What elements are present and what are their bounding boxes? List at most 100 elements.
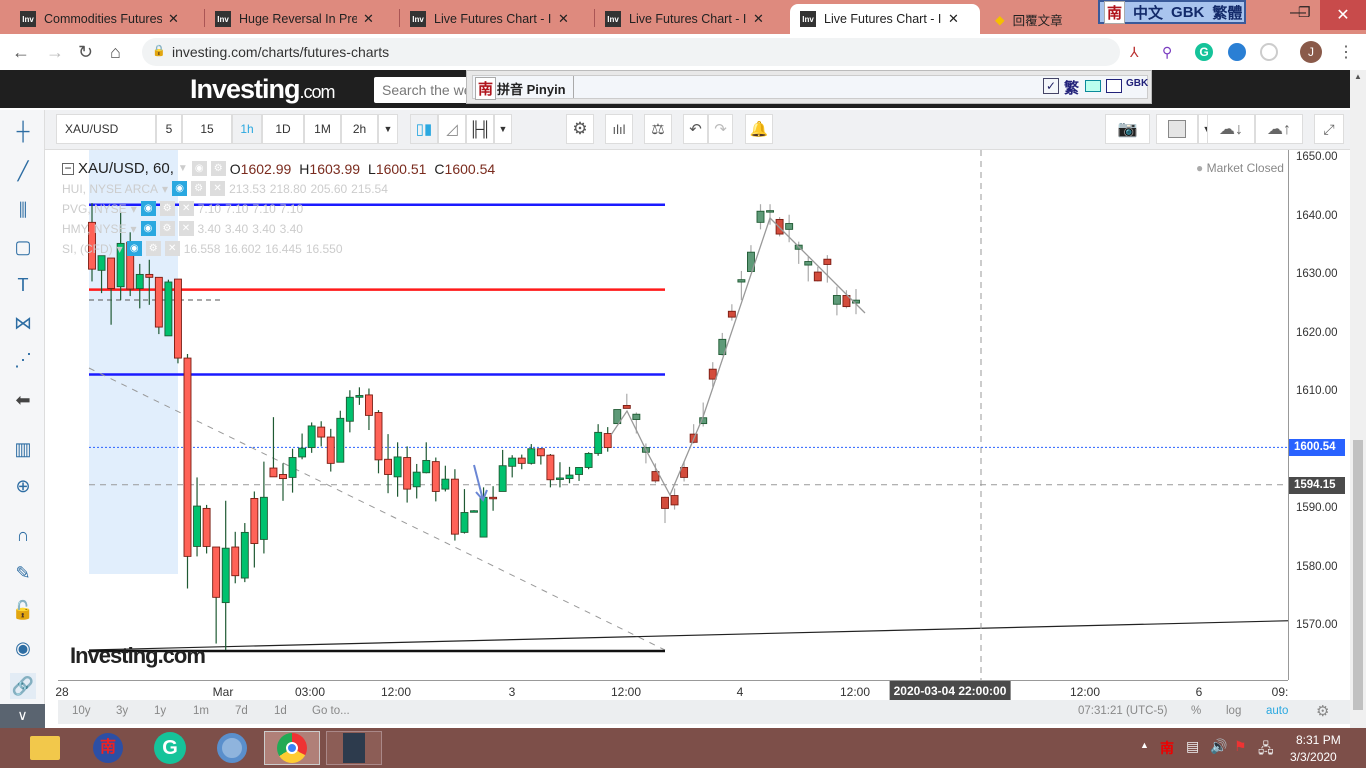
range-10y[interactable]: 10y — [72, 705, 91, 717]
add-alert-bell-icon[interactable]: 🔔 — [745, 114, 773, 144]
visibility-eye-icon[interactable]: ◉ — [10, 635, 36, 661]
close-tab-icon[interactable]: ✕ — [168, 11, 179, 27]
snapshot-camera-icon[interactable]: 📷 — [1105, 114, 1150, 144]
close-tab-icon[interactable]: ✕ — [363, 11, 374, 27]
pdf-extension-icon[interactable]: ⅄ — [1130, 44, 1139, 61]
link-icon[interactable]: 🔗 — [10, 673, 36, 699]
area-chart-icon[interactable]: ◿ — [438, 114, 466, 144]
browser-tab[interactable]: Inv Live Futures Chart - Inves ✕ — [595, 4, 774, 34]
browser-tab-active[interactable]: Inv Live Futures Chart - Inves ✕ — [790, 4, 980, 34]
magnet-icon[interactable]: ∩ — [10, 522, 36, 548]
clock-time[interactable]: 8:31 PM — [1296, 733, 1341, 747]
compare-scale-icon[interactable]: ⚖ — [644, 114, 672, 144]
eye-icon[interactable]: ◉ — [140, 221, 156, 236]
reload-icon[interactable]: ↻ — [78, 42, 93, 63]
clock-date[interactable]: 3/3/2020 — [1290, 750, 1337, 764]
percent-scale-toggle[interactable]: % — [1191, 705, 1201, 717]
pattern-icon[interactable]: ⋈ — [10, 310, 36, 336]
grammarly-app-icon[interactable]: G — [150, 731, 190, 765]
stay-in-drawing-icon[interactable]: ✎ — [10, 560, 36, 586]
prediction-icon[interactable]: ⋰ — [10, 347, 36, 373]
menu-kebab-icon[interactable]: ⋮ — [1338, 42, 1354, 62]
interval-1h[interactable]: 1h — [232, 114, 262, 144]
notes-app-icon[interactable] — [326, 731, 382, 765]
site-search-input[interactable]: Search the website... — [374, 77, 474, 103]
log-scale-toggle[interactable]: log — [1226, 705, 1241, 717]
bars-chart-icon[interactable]: ╟╢ — [466, 114, 494, 144]
undo-icon[interactable]: ↶ — [683, 114, 708, 144]
zoom-in-icon[interactable]: ⊕ — [10, 473, 36, 499]
interval-5[interactable]: 5 — [156, 114, 182, 144]
eye-icon[interactable]: ◉ — [172, 181, 188, 196]
chromium-app-icon[interactable] — [212, 731, 252, 765]
ime-status-bar[interactable]: 南中文 GBK 繁體 — [1098, 0, 1246, 24]
ime-app-icon[interactable]: 南 — [88, 731, 128, 765]
price-axis[interactable]: 1650.00 1640.00 1630.00 1620.00 1610.00 1600.… — [1288, 150, 1350, 680]
ime-traditional-button[interactable]: 繁 — [1064, 77, 1079, 98]
collapse-toolbar-chevron-icon[interactable]: ∨ — [0, 704, 45, 728]
profile-avatar[interactable]: J — [1300, 41, 1322, 63]
restore-button[interactable]: ❐ — [1298, 4, 1311, 21]
settings-icon[interactable]: ⚙ — [191, 181, 207, 196]
trendline[interactable] — [88, 619, 1320, 651]
indicators-icon[interactable]: ılıl — [605, 114, 633, 144]
ime-keyboard-icon[interactable] — [1085, 80, 1101, 92]
browser-tab[interactable]: Inv Live Futures Chart - Inves ✕ — [400, 4, 579, 34]
series-settings-icon[interactable]: ⚙ — [210, 161, 226, 176]
go-to-date[interactable]: Go to... — [312, 705, 350, 717]
range-1d[interactable]: 1d — [274, 705, 287, 717]
range-1y[interactable]: 1y — [154, 705, 166, 717]
forward-icon[interactable]: → — [46, 42, 64, 63]
time-axis[interactable]: 28 Mar 03:00 12:00 3 12:00 4 12:00 12:00 6 09: 2020… — [55, 680, 1288, 701]
remove-icon[interactable]: ✕ — [164, 241, 180, 256]
crosshair-icon[interactable]: ┼ — [10, 118, 36, 144]
interval-1m[interactable]: 1M — [304, 114, 341, 144]
extension-icon[interactable] — [1260, 43, 1278, 61]
pitchfork-icon[interactable]: ⫼ — [10, 197, 36, 223]
bottom-settings-gear-icon[interactable]: ⚙ — [1316, 702, 1329, 720]
fullscreen-icon[interactable]: ⤢ — [1314, 114, 1344, 144]
zoom-extension-icon[interactable] — [1228, 43, 1246, 61]
interval-1d[interactable]: 1D — [262, 114, 304, 144]
series-dropdown-icon[interactable]: ▼ — [178, 163, 188, 174]
close-tab-icon[interactable]: ✕ — [753, 11, 764, 27]
chrome-app-icon[interactable] — [264, 731, 320, 765]
cloud-upload-icon[interactable]: ☁↑ — [1255, 114, 1303, 144]
interval-dropdown-icon[interactable]: ▼ — [378, 114, 398, 144]
dropdown-icon[interactable]: ▾ — [162, 182, 168, 196]
back-icon[interactable]: ← — [12, 42, 30, 63]
timezone-clock[interactable]: 07:31:21 (UTC-5) — [1078, 705, 1167, 717]
measure-icon[interactable]: ▥ — [10, 436, 36, 462]
search-extension-icon[interactable]: ⚲ — [1162, 44, 1172, 61]
remove-icon[interactable]: ✕ — [178, 201, 194, 216]
ime-gbk-button[interactable]: GBK — [1126, 78, 1148, 89]
close-window-button[interactable]: ✕ — [1320, 0, 1366, 30]
eye-icon[interactable]: ◉ — [126, 241, 142, 256]
dropdown-icon[interactable]: ▾ — [117, 242, 123, 256]
settings-icon[interactable]: ⚙ — [159, 201, 175, 216]
file-explorer-icon[interactable] — [25, 731, 65, 765]
home-icon[interactable]: ⌂ — [110, 42, 121, 63]
network-icon[interactable]: 🖧 — [1258, 738, 1274, 762]
trendline-icon[interactable]: ╱ — [10, 158, 36, 184]
chart-type-dropdown-icon[interactable]: ▼ — [494, 114, 512, 144]
scrollbar-thumb[interactable] — [1353, 440, 1363, 710]
color-picker-button[interactable] — [1156, 114, 1198, 144]
action-center-icon[interactable]: ⚑ — [1234, 738, 1247, 755]
tray-expand-icon[interactable]: ▲ — [1140, 740, 1149, 750]
arrow-back-icon[interactable]: ⬅ — [10, 387, 36, 413]
investing-logo[interactable]: Investing.com — [190, 74, 336, 105]
page-scrollbar[interactable]: ▲ — [1350, 70, 1366, 728]
interval-2h[interactable]: 2h — [341, 114, 378, 144]
browser-tab[interactable]: Inv Commodities Futures Pri ✕ — [10, 4, 189, 34]
dropdown-icon[interactable]: ▾ — [130, 222, 136, 236]
cloud-download-icon[interactable]: ☁↓ — [1207, 114, 1255, 144]
volume-icon[interactable]: 🔊 — [1210, 738, 1227, 755]
range-1m[interactable]: 1m — [193, 705, 209, 717]
redo-icon[interactable]: ↷ — [708, 114, 733, 144]
browser-tab[interactable]: ◆ 回覆文章 — [985, 4, 1073, 34]
dropdown-icon[interactable]: ▾ — [131, 202, 137, 216]
lock-drawings-icon[interactable]: 🔓 — [10, 597, 36, 623]
browser-tab[interactable]: Inv Huge Reversal In Preciou ✕ — [205, 4, 384, 34]
candles-icon[interactable]: ▯▮ — [410, 114, 438, 144]
